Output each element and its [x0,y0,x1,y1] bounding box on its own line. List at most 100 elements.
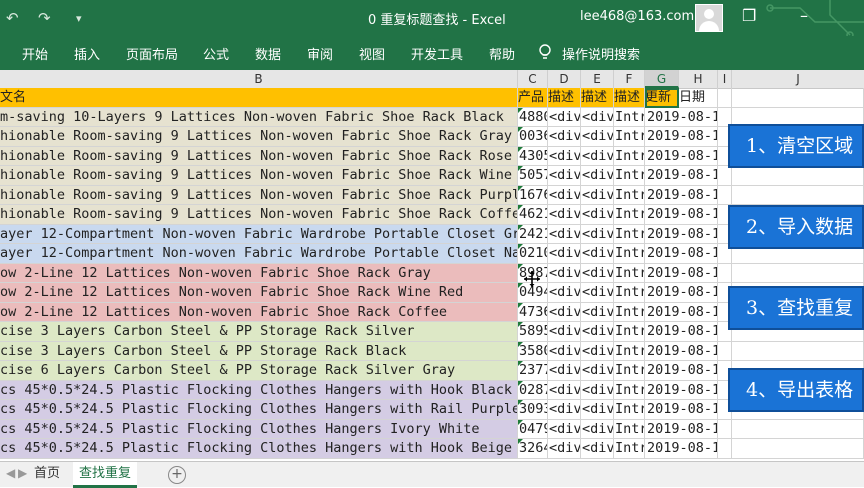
clear-area-button[interactable]: 1、清空区域 [728,124,864,168]
cell-g[interactable]: 2019-08-19 [645,283,718,303]
cell-f[interactable]: Intr [614,166,645,186]
cell-b[interactable]: cs 45*0.5*24.5 Plastic Flocking Clothes … [0,419,518,439]
cell-f[interactable]: Intr [614,302,645,322]
cell-f[interactable]: Intr [614,400,645,420]
tab-developer[interactable]: 开发工具 [411,44,463,63]
cell-d[interactable]: <div [548,107,581,127]
cell-g[interactable]: 2019-08-19 [645,380,718,400]
cell-b[interactable]: hionable Room-saving 9 Lattices Non-wove… [0,146,518,166]
column-header-i[interactable]: I [718,70,732,88]
cell-f[interactable]: Intr [614,244,645,264]
cell-e[interactable]: <div [581,205,614,225]
cell-f[interactable]: Intr [614,127,645,147]
cell-g[interactable]: 2019-08-19 [645,224,718,244]
header-cell-b[interactable]: 文名 [0,88,518,108]
cell-b[interactable]: ow 2-Line 12 Lattices Non-woven Fabric S… [0,263,518,283]
header-cell-i[interactable] [718,88,732,108]
cell-f[interactable]: Intr [614,419,645,439]
cell-b[interactable]: ayer 12-Compartment Non-woven Fabric War… [0,244,518,264]
cell-g[interactable]: 2019-08-19 [645,341,718,361]
cell-f[interactable]: Intr [614,146,645,166]
cell-d[interactable]: <div [548,166,581,186]
cell-e[interactable]: <div [581,283,614,303]
cell-i[interactable] [718,439,732,459]
cell-d[interactable]: <div [548,185,581,205]
cell-g[interactable]: 2019-08-19 [645,400,718,420]
cell-b[interactable]: cs 45*0.5*24.5 Plastic Flocking Clothes … [0,400,518,420]
cell-b[interactable]: hionable Room-saving 9 Lattices Non-wove… [0,166,518,186]
tab-home[interactable]: 开始 [22,44,48,63]
cell-c[interactable]: 3264 [518,439,548,459]
cell-i[interactable] [718,166,732,186]
cell-g[interactable]: 2019-08-19 [645,166,718,186]
cell-d[interactable]: <div [548,283,581,303]
cell-g[interactable]: 2019-08-19 [645,244,718,264]
cell-d[interactable]: <div [548,302,581,322]
cell-c[interactable]: 0287 [518,380,548,400]
cell-b[interactable]: hionable Room-saving 9 Lattices Non-wove… [0,127,518,147]
cell-g[interactable]: 2019-08-19 [645,361,718,381]
cell-g[interactable]: 2019-08-19 [645,302,718,322]
cell-c[interactable]: 1676 [518,185,548,205]
cell-f[interactable]: Intr [614,205,645,225]
import-data-button[interactable]: 2、导入数据 [728,205,864,249]
tab-review[interactable]: 审阅 [307,44,333,63]
cell-b[interactable]: cs 45*0.5*24.5 Plastic Flocking Clothes … [0,380,518,400]
restore-window-icon[interactable]: ❐ [742,6,756,25]
header-cell-e[interactable]: 描述 [581,88,614,108]
cell-e[interactable]: <div [581,127,614,147]
cell-b[interactable]: cise 3 Layers Carbon Steel & PP Storage … [0,341,518,361]
redo-icon[interactable]: ↷ [38,9,51,27]
cell-c[interactable]: 4880 [518,107,548,127]
sheet-tab-home[interactable]: 首页 [28,462,66,485]
cell-i[interactable] [718,263,732,283]
cell-b[interactable]: ow 2-Line 12 Lattices Non-woven Fabric S… [0,302,518,322]
cell-e[interactable]: <div [581,400,614,420]
cell-d[interactable]: <div [548,341,581,361]
cell-j[interactable] [732,185,864,205]
cell-f[interactable]: Intr [614,185,645,205]
cell-g[interactable]: 2019-08-19 [645,127,718,147]
cell-j[interactable] [732,439,864,459]
header-cell-d[interactable]: 描述 [548,88,581,108]
column-header-e[interactable]: E [581,70,614,88]
cell-b[interactable]: cise 6 Layers Carbon Steel & PP Storage … [0,361,518,381]
cell-g[interactable]: 2019-08-19 [645,185,718,205]
cell-b[interactable]: cise 3 Layers Carbon Steel & PP Storage … [0,322,518,342]
cell-f[interactable]: Intr [614,439,645,459]
cell-e[interactable]: <div [581,107,614,127]
cell-f[interactable]: Intr [614,322,645,342]
cell-c[interactable]: 2377 [518,361,548,381]
sheet-tab-find-duplicates[interactable]: 查找重复 [73,462,138,488]
cell-e[interactable]: <div [581,185,614,205]
tab-insert[interactable]: 插入 [74,44,100,63]
column-header-j[interactable]: J [732,70,864,88]
cell-d[interactable]: <div [548,419,581,439]
cell-i[interactable] [718,419,732,439]
cell-b[interactable]: m-saving 10-Layers 9 Lattices Non-woven … [0,107,518,127]
cell-d[interactable]: <div [548,439,581,459]
cell-j[interactable] [732,166,864,186]
cell-j[interactable] [732,263,864,283]
cell-e[interactable]: <div [581,439,614,459]
cell-f[interactable]: Intr [614,263,645,283]
cell-e[interactable]: <div [581,302,614,322]
cell-i[interactable] [718,185,732,205]
cell-b[interactable]: hionable Room-saving 9 Lattices Non-wove… [0,205,518,225]
cell-g[interactable]: 2019-08-19 [645,439,718,459]
find-duplicates-button[interactable]: 3、查找重复 [728,286,864,330]
undo-icon[interactable]: ↶ [6,9,19,27]
cell-g[interactable]: 2019-08-19 [645,146,718,166]
column-header-b[interactable]: B [0,70,518,88]
cell-f[interactable]: Intr [614,361,645,381]
cell-c[interactable]: 4621 [518,205,548,225]
cell-e[interactable]: <div [581,361,614,381]
cell-e[interactable]: <div [581,263,614,283]
cell-g[interactable]: 2019-08-19 [645,107,718,127]
cell-e[interactable]: <div [581,341,614,361]
cell-d[interactable]: <div [548,224,581,244]
cell-d[interactable]: <div [548,361,581,381]
cell-f[interactable]: Intr [614,283,645,303]
cell-e[interactable]: <div [581,244,614,264]
cell-e[interactable]: <div [581,146,614,166]
